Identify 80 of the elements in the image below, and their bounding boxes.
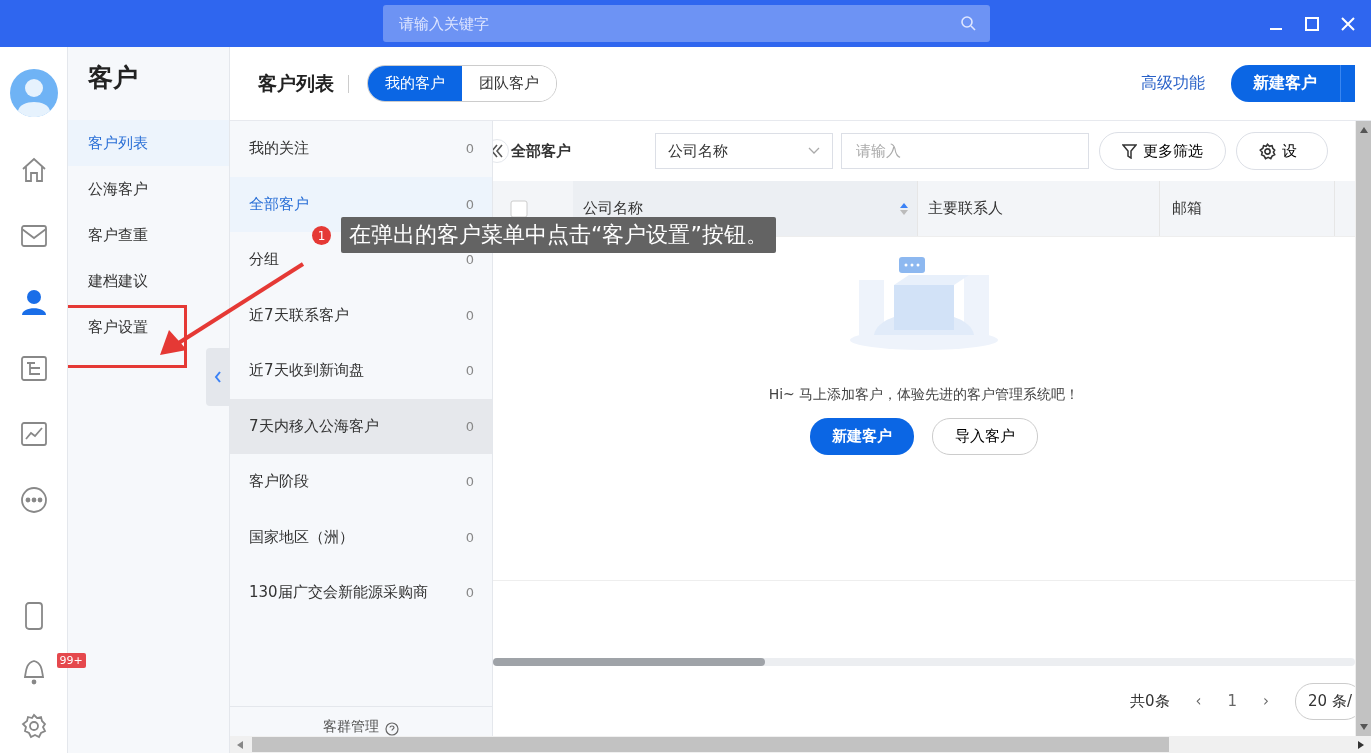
menu-item[interactable]: 客户设置 [68,304,229,350]
module-title: 客户 [87,62,139,94]
group-item[interactable]: 客户阶段 0 [230,454,492,510]
filter-icon [1122,143,1137,159]
settings-button[interactable]: 设 [1236,132,1328,170]
chevron-down-icon [808,147,820,155]
scroll-up-icon[interactable] [1358,126,1369,134]
collapse-handle[interactable] [206,348,229,406]
group-count: 0 [465,418,474,434]
group-manage-link[interactable]: 客群管理 [323,718,379,736]
settings-icon[interactable] [20,712,47,739]
column-header[interactable]: 邮箱 [1160,181,1335,236]
group-count: 0 [465,307,474,323]
group-item[interactable]: 国家地区（洲） 0 [230,509,492,565]
group-count: 0 [465,196,474,212]
empty-message: Hi~ 马上添加客户，体验先进的客户管理系统吧！ [768,386,1080,404]
phone-icon[interactable] [23,600,44,631]
group-count: 0 [465,474,474,490]
group-count: 0 [465,141,474,157]
menu-item[interactable]: 建档建议 [68,258,229,304]
menu-item[interactable]: 公海客户 [68,166,229,212]
horizontal-scrollbar[interactable] [230,736,1371,753]
page-title: 客户列表 [258,70,334,96]
search-input[interactable]: 请输入 [841,133,1089,169]
help-icon[interactable] [385,722,399,736]
chart-icon[interactable] [19,421,48,447]
close-icon[interactable] [1341,16,1355,31]
group-item[interactable]: 我的关注 0 [230,121,492,177]
column-header[interactable]: 主要联系人 [918,181,1160,236]
group-item[interactable]: 近7天收到新询盘 0 [230,343,492,399]
advanced-link[interactable]: 高级功能 [1141,73,1205,94]
next-page-button[interactable]: › [1263,692,1270,710]
tab[interactable]: 我的客户 [368,66,462,101]
scroll-down-icon[interactable] [1358,723,1369,731]
group-item[interactable]: 近7天联系客户 0 [230,287,492,343]
instruction-tooltip: 在弹出的客户菜单中点击“客户设置”按钮。 [341,217,776,253]
sort-icon[interactable] [899,201,909,216]
mail-icon[interactable] [19,224,48,248]
total-count: 共0条 [1130,691,1170,711]
group-label: 客户阶段 [249,472,309,492]
field-select[interactable]: 公司名称 [655,133,833,169]
group-count: 0 [465,529,474,545]
avatar-icon[interactable] [9,69,58,117]
new-customer-button[interactable]: 新建客户 [1231,65,1355,102]
group-label: 130届广交会新能源采购商 [249,583,428,603]
list-title: 全部客户 [511,141,571,161]
group-count: 0 [465,363,474,379]
maximize-icon[interactable] [1305,16,1319,31]
group-label: 近7天联系客户 [249,305,349,325]
search-icon[interactable] [961,16,976,31]
group-label: 7天内移入公海客户 [249,416,379,436]
user-icon[interactable] [19,288,48,316]
page-number[interactable]: 1 [1227,692,1238,710]
table-scrollbar[interactable] [493,658,1355,666]
import-customer-button[interactable]: 导入客户 [932,418,1038,455]
group-count: 0 [465,585,474,601]
scroll-left-icon[interactable] [236,739,244,750]
settings-icon [1259,142,1276,160]
new-customer-button[interactable]: 新建客户 [810,418,914,455]
group-count: 0 [465,252,474,268]
group-label: 我的关注 [249,139,309,159]
group-label: 国家地区（洲） [249,527,354,547]
notification-badge: 99+ [56,653,86,668]
group-label: 分组 [249,250,279,270]
more-filters-button[interactable]: 更多筛选 [1099,132,1226,170]
scroll-right-icon[interactable] [1357,739,1365,750]
menu-item[interactable]: 客户列表 [68,120,229,166]
more-icon[interactable] [19,486,48,514]
search-field[interactable]: 请输入关键字 [397,13,961,34]
group-item[interactable]: 130届广交会新能源采购商 0 [230,565,492,621]
checkbox[interactable] [510,199,528,218]
group-label: 全部客户 [249,194,309,214]
chevron-left-icon[interactable] [213,371,222,383]
folder-icon[interactable] [19,354,48,382]
group-item[interactable]: 7天内移入公海客户 0 [230,398,492,454]
menu-item[interactable]: 客户查重 [68,212,229,258]
vertical-scrollbar[interactable] [1355,121,1371,736]
group-label: 近7天收到新询盘 [249,361,364,381]
search-bar[interactable]: 请输入关键字 [383,5,990,42]
prev-page-button[interactable]: ‹ [1195,692,1202,710]
